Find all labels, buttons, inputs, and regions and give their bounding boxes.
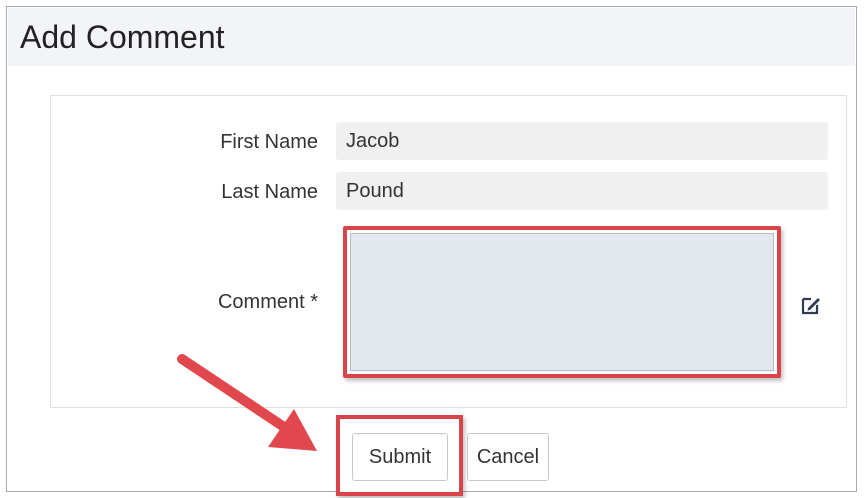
add-comment-dialog: Add Comment First Name Jacob Last Name P… bbox=[6, 6, 857, 496]
pointer-arrow-icon bbox=[177, 354, 317, 451]
comment-form: First Name Jacob Last Name Pound Comment… bbox=[50, 95, 847, 408]
edit-icon[interactable] bbox=[800, 294, 822, 316]
comment-textarea[interactable] bbox=[350, 233, 774, 371]
submit-button[interactable]: Submit bbox=[352, 433, 448, 481]
last-name-label: Last Name bbox=[221, 181, 318, 203]
last-name-field: Pound bbox=[336, 172, 828, 210]
page-title: Add Comment bbox=[20, 19, 225, 55]
first-name-label: First Name bbox=[220, 131, 318, 153]
comment-label: Comment * bbox=[217, 291, 318, 313]
first-name-field: Jacob bbox=[336, 122, 828, 160]
title-bar: Add Comment bbox=[8, 8, 855, 66]
comment-highlight bbox=[343, 226, 781, 378]
cancel-button[interactable]: Cancel bbox=[467, 433, 549, 481]
